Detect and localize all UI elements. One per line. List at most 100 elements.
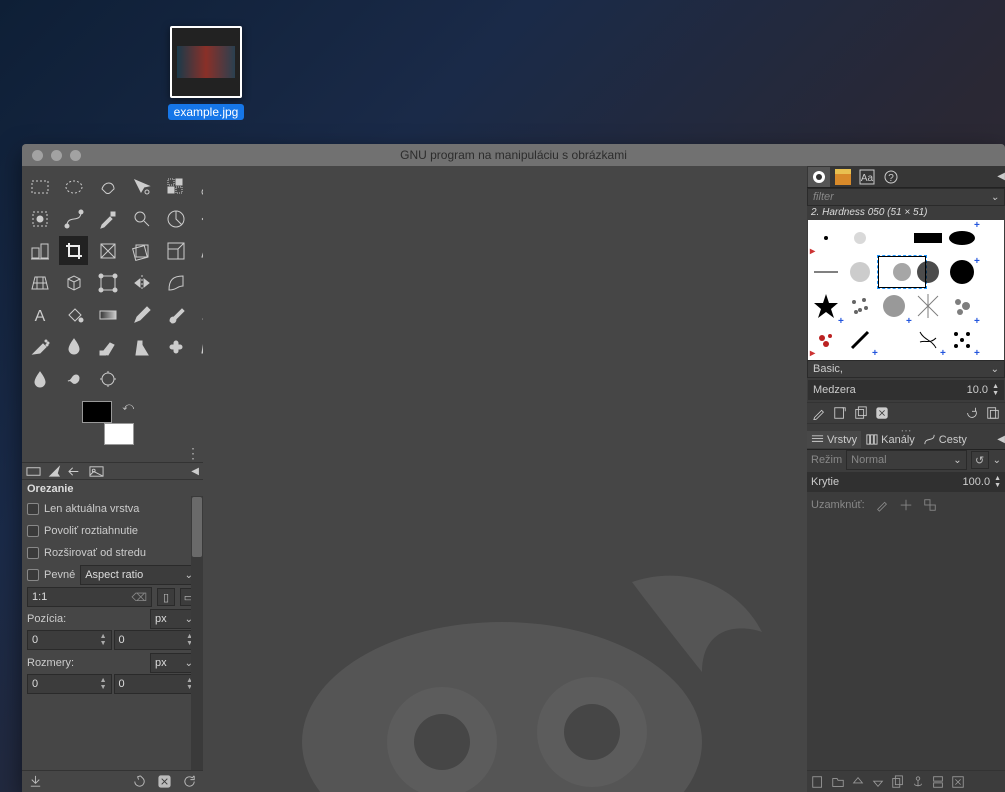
merge-down-icon[interactable] [931, 775, 945, 789]
mode-reset-button[interactable]: ↺ [971, 451, 989, 469]
brushes-tab[interactable] [808, 167, 830, 187]
free-select-tool[interactable] [93, 172, 122, 201]
new-layer-group-icon[interactable] [831, 775, 845, 789]
size-h-input[interactable]: 0▲▼ [114, 674, 199, 694]
images-tab-icon[interactable] [89, 464, 104, 479]
opacity-slider[interactable]: Krytie 100.0 ▲▼ [807, 472, 1005, 492]
color-swatches[interactable]: ⤺ [82, 401, 134, 445]
measure-tool[interactable] [161, 204, 190, 233]
blur-tool[interactable] [25, 364, 54, 393]
document-history-tab[interactable]: ? [880, 167, 902, 187]
scale-tool[interactable] [161, 236, 190, 265]
delete-brush-icon[interactable] [875, 406, 889, 420]
mypaint-brush-tool[interactable] [93, 332, 122, 361]
reset-preset-icon[interactable] [182, 774, 197, 789]
save-preset-icon[interactable] [28, 774, 43, 789]
collapse-right-top-icon[interactable]: ◀ [997, 171, 1005, 182]
swap-colors-icon[interactable]: ⤺ [122, 401, 134, 414]
smudge-tool[interactable] [59, 364, 88, 393]
perspective-tool[interactable] [25, 268, 54, 297]
desktop-file[interactable]: example.jpg [166, 26, 246, 121]
size-w-input[interactable]: 0▲▼ [27, 674, 112, 694]
expand-from-center-checkbox[interactable] [27, 547, 39, 559]
align-tool[interactable] [25, 236, 54, 265]
brush-filter-input[interactable]: filter ⌄ [807, 188, 1005, 206]
left-pane: A [22, 166, 203, 792]
fixed-checkbox[interactable] [27, 569, 39, 581]
rect-select-tool[interactable] [25, 172, 54, 201]
ink-tool[interactable] [59, 332, 88, 361]
ratio-input[interactable]: 1:1⌫ [27, 587, 152, 607]
zoom-tool[interactable] [127, 204, 156, 233]
layers-tab[interactable]: Vrstvy [807, 431, 861, 448]
fixed-mode-select[interactable]: Aspect ratio⌄ [80, 565, 198, 585]
handle-transform-tool[interactable] [93, 268, 122, 297]
paintbrush-tool[interactable] [161, 300, 190, 329]
delete-preset-icon[interactable] [157, 774, 172, 789]
fuzzy-select-tool[interactable] [127, 172, 156, 201]
brush-grid[interactable]: ▸ + + + + + ▸ + [808, 220, 1004, 360]
tool-options-tab-icon[interactable] [26, 464, 41, 479]
canvas-area[interactable] [203, 166, 807, 792]
duplicate-layer-icon[interactable] [891, 775, 905, 789]
bucket-fill-tool[interactable] [59, 300, 88, 329]
new-brush-icon[interactable] [833, 406, 847, 420]
new-layer-icon[interactable] [811, 775, 825, 789]
gradient-tool[interactable] [93, 300, 122, 329]
options-scrollbar[interactable] [191, 496, 203, 770]
blend-mode-select[interactable]: Normal⌄ [846, 450, 966, 470]
background-color[interactable] [104, 423, 134, 445]
lock-alpha-icon[interactable] [923, 498, 937, 512]
fonts-tab[interactable]: Aa [856, 167, 878, 187]
open-as-image-icon[interactable] [986, 406, 1000, 420]
ellipse-select-tool[interactable] [59, 172, 88, 201]
by-color-select-tool[interactable] [161, 172, 190, 201]
layers-list[interactable] [807, 516, 1005, 770]
dock-grip-icon[interactable]: ⋮ [22, 445, 203, 462]
anchor-layer-icon[interactable] [911, 775, 925, 789]
clone-tool[interactable] [127, 332, 156, 361]
undo-history-tab-icon[interactable] [68, 464, 83, 479]
duplicate-brush-icon[interactable] [854, 406, 868, 420]
pos-x-input[interactable]: 0▲▼ [27, 630, 112, 650]
refresh-brushes-icon[interactable] [965, 406, 979, 420]
cage-tool[interactable] [161, 268, 190, 297]
rotate-tool[interactable] [127, 236, 156, 265]
collapse-layers-icon[interactable]: ◀ [997, 434, 1005, 445]
current-layer-only-checkbox[interactable] [27, 503, 39, 515]
foreground-select-tool[interactable] [25, 204, 54, 233]
collapse-icon[interactable]: ◀ [191, 466, 199, 477]
raise-layer-icon[interactable] [851, 775, 865, 789]
lock-position-icon[interactable] [899, 498, 913, 512]
crop-tool[interactable] [59, 236, 88, 265]
heal-tool[interactable] [161, 332, 190, 361]
lock-pixels-icon[interactable] [875, 498, 889, 512]
dodge-burn-tool[interactable] [93, 364, 122, 393]
airbrush-tool[interactable] [25, 332, 54, 361]
paths-tab[interactable]: Cesty [919, 431, 971, 448]
size-label: Rozmery: [27, 657, 74, 669]
patterns-tab[interactable] [832, 167, 854, 187]
flip-tool[interactable] [127, 268, 156, 297]
allow-growing-checkbox[interactable] [27, 525, 39, 537]
brush-spacing-slider[interactable]: Medzera 10.0▲▼ [808, 380, 1004, 400]
delete-layer-icon[interactable] [951, 775, 965, 789]
channels-tab[interactable]: Kanály [861, 431, 919, 448]
brush-preset-select[interactable]: Basic,⌄ [807, 360, 1005, 378]
lower-layer-icon[interactable] [871, 775, 885, 789]
unified-transform-tool[interactable] [93, 236, 122, 265]
portrait-button[interactable]: ▯ [157, 588, 175, 606]
mode-menu-icon[interactable]: ⌄ [993, 455, 1001, 466]
pos-y-input[interactable]: 0▲▼ [114, 630, 199, 650]
restore-preset-icon[interactable] [132, 774, 147, 789]
pencil-tool[interactable] [127, 300, 156, 329]
allow-growing-label: Povoliť roztiahnutie [44, 525, 138, 537]
color-picker-tool[interactable] [93, 204, 122, 233]
text-tool[interactable]: A [25, 300, 54, 329]
3d-transform-tool[interactable] [59, 268, 88, 297]
titlebar[interactable]: GNU program na manipuláciu s obrázkami [22, 144, 1005, 166]
foreground-color[interactable] [82, 401, 112, 423]
edit-brush-icon[interactable] [812, 406, 826, 420]
device-status-tab-icon[interactable] [47, 464, 62, 479]
paths-tool[interactable] [59, 204, 88, 233]
